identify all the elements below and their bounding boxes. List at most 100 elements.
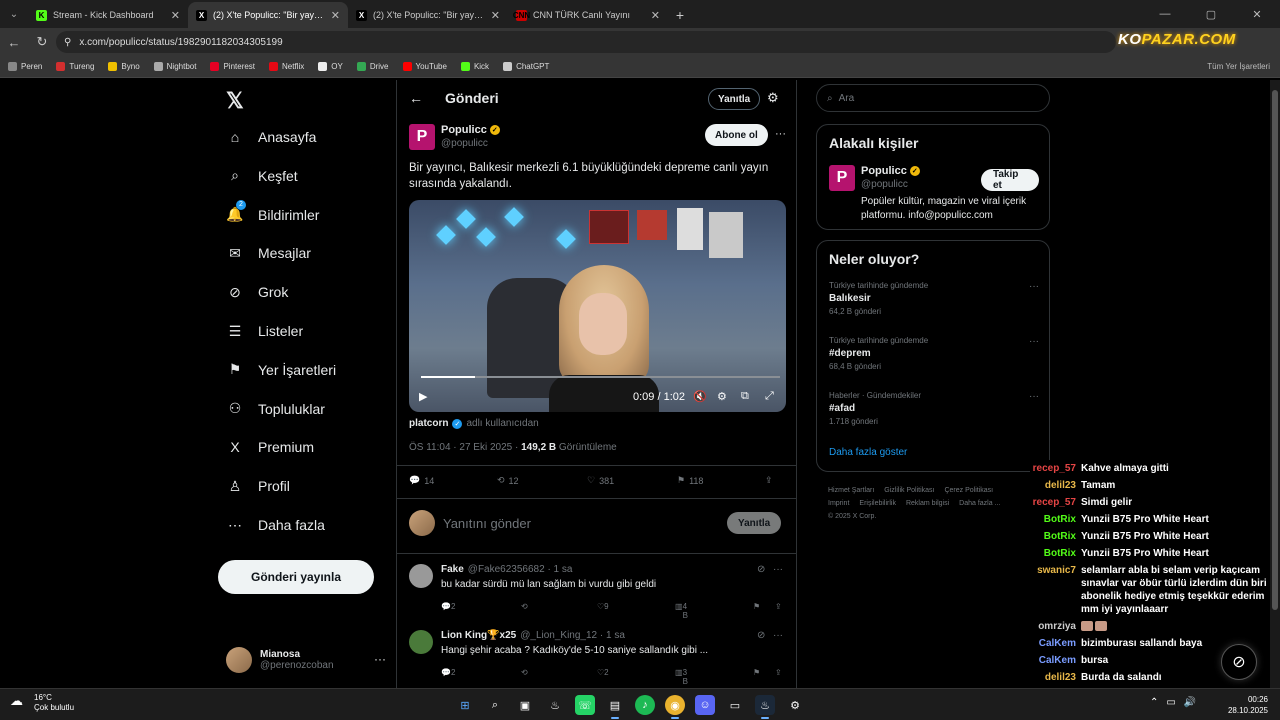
nav-item-x[interactable]: X Premium [226,438,314,456]
reply-submit-button[interactable]: Yanıtla [727,512,782,534]
back-arrow-icon[interactable]: ← [409,90,423,106]
post-button[interactable]: Gönderi yayınla [218,560,374,594]
profile-picture[interactable]: P [829,165,855,191]
nav-item-mail[interactable]: ✉ Mesajlar [226,244,311,262]
chat-username[interactable]: delil23 [1030,479,1076,492]
bookmark-item[interactable]: Kick [460,62,489,71]
scrollbar[interactable] [1270,80,1280,688]
footer-link[interactable]: Gizlilik Politikası [884,487,934,494]
more-icon[interactable]: ··· [374,652,386,666]
nav-item-more-circle[interactable]: ⋯ Daha fazla [226,516,325,534]
trend-item[interactable]: Haberler · Gündemdekiler #afad 1.718 gönde… [829,391,1039,431]
repost-action[interactable]: ⟲ 12 [497,475,519,486]
grok-icon[interactable]: ⊘ [1221,644,1257,680]
like-action[interactable]: ♡ 9 [597,602,609,611]
footer-link[interactable]: Hizmet Şartları [828,487,874,494]
chrome-icon[interactable]: ◉ [665,695,685,719]
reply-button[interactable]: Yanıtla [708,88,761,110]
close-icon[interactable]: ✕ [491,9,500,22]
browser-tab[interactable]: X (2) X'te Populicc: "Bir yayıncı, Ba ✕ [188,2,348,28]
bookmark-item[interactable]: Tureng [56,62,94,71]
more-icon[interactable]: ··· [773,564,783,575]
reply-action[interactable]: 💬 14 [409,475,434,486]
like-action[interactable]: ♡ 381 [587,475,614,486]
nav-item-grok[interactable]: ⊘ Grok [226,283,288,301]
volume-icon[interactable]: 🔊 [1184,697,1196,708]
video-player[interactable]: ▶ 0:09 / 1:02 🔇 ⚙ ⧉ ⤢ [409,200,786,412]
views-action[interactable]: ▥ 4 B [675,602,688,620]
bookmark-item[interactable]: Drive [356,62,389,71]
bookmark-icon[interactable]: ⚑ [753,602,760,611]
search-icon[interactable]: ⌕ [485,695,505,715]
footer-link[interactable]: Imprint [828,500,849,507]
footer-link[interactable]: Daha fazla ... [959,500,1000,507]
more-icon[interactable]: ··· [775,128,786,140]
bookmark-action[interactable]: ⚑ 118 [677,475,703,486]
chat-username[interactable]: CalKem [1030,637,1076,650]
repost-icon[interactable]: ⟲ [521,602,528,611]
maximize-icon[interactable]: ▢ [1188,0,1234,28]
avatar[interactable] [409,630,433,654]
profile-picture[interactable]: P [409,124,435,150]
weather-widget[interactable]: ☁ 16°C Çok bulutlu [10,693,74,713]
chat-username[interactable]: omrziya [1030,620,1076,633]
chat-username[interactable]: recep_57 [1030,462,1076,475]
share-icon[interactable]: ⇪ [775,668,782,677]
close-icon[interactable]: ✕ [651,9,660,22]
more-icon[interactable]: ··· [773,630,783,641]
nav-item-home[interactable]: ⌂ Anasayfa [226,128,317,146]
account-switcher[interactable]: Mianosa @perenozcoban ··· [226,640,386,680]
reply-comment[interactable]: Fake @Fake62356682 · 1 sa bu kadar sürdü … [409,564,786,624]
new-tab-button[interactable]: + [668,2,692,28]
chat-username[interactable]: BotRix [1030,513,1076,526]
video-progress-bar[interactable] [421,376,780,378]
close-icon[interactable]: ✕ [171,9,180,22]
chevron-up-icon[interactable]: ⌃ [1150,697,1158,708]
clock[interactable]: 00:26 28.10.2025 [1228,694,1268,716]
chat-username[interactable]: CalKem [1030,654,1076,667]
close-window-icon[interactable]: ✕ [1234,0,1280,28]
discord-icon[interactable]: ☺ [695,695,715,715]
footer-link[interactable]: © 2025 X Corp. [828,513,876,520]
bookmark-item[interactable]: YouTube [402,62,447,71]
browser-tab[interactable]: K Stream - Kick Dashboard ✕ [28,2,188,28]
footer-link[interactable]: Çerez Politikası [944,487,993,494]
more-icon[interactable]: ··· [1029,281,1039,292]
nav-item-person[interactable]: ♙ Profil [226,477,290,495]
nav-item-bookmark[interactable]: ⚑ Yer İşaretleri [226,361,336,379]
repost-icon[interactable]: ⟲ [521,668,528,677]
chat-username[interactable]: BotRix [1030,547,1076,560]
bookmark-icon[interactable]: ⚑ [753,668,760,677]
x-logo-icon[interactable]: 𝕏 [226,88,244,114]
task-view-icon[interactable]: ▣ [515,695,535,715]
browser-tab[interactable]: X (2) X'te Populicc: "Bir yayıncı, Ba ✕ [348,2,508,28]
views-action[interactable]: ▥ 3 B [675,668,688,686]
share-icon[interactable]: ⇪ [765,475,773,486]
more-icon[interactable]: ··· [1029,391,1039,402]
subscribe-button[interactable]: Abone ol [705,124,768,146]
minimize-icon[interactable]: — [1142,0,1188,28]
tab-search-button[interactable]: ⌄ [0,0,28,28]
bookmark-item[interactable]: Netflix [269,62,304,71]
reload-icon[interactable]: ↻ [28,34,56,50]
play-icon[interactable]: ▶ [419,390,427,403]
share-icon[interactable]: ⇪ [775,602,782,611]
reply-comment[interactable]: Lion King🏆x25 @_Lion_King_12 · 1 sa Hangi… [409,630,786,688]
footer-link[interactable]: Reklam bilgisi [906,500,949,507]
pip-icon[interactable]: ⧉ [741,390,749,403]
steam-icon[interactable]: ♨ [545,695,565,715]
trend-item[interactable]: Türkiye tarihinde gündemde #deprem 68,4 B … [829,336,1039,376]
whatsapp-icon[interactable]: ☏ [575,695,595,715]
credit-user[interactable]: platcorn [409,418,448,429]
display-icon[interactable]: ▭ [1166,697,1175,708]
windows-start-icon[interactable]: ⊞ [455,695,475,715]
reply-action[interactable]: 💬 2 [441,602,455,611]
author-handle[interactable]: @populicc [441,138,488,149]
browser-tab[interactable]: CNN CNN TÜRK Canlı Yayını ✕ [508,2,668,28]
bookmark-item[interactable]: ChatGPT [503,62,549,71]
close-icon[interactable]: ✕ [331,9,340,22]
fullscreen-icon[interactable]: ⤢ [765,390,774,403]
footer-link[interactable]: Erişilebilirlik [859,500,896,507]
bookmark-item[interactable]: OY [318,62,343,71]
mute-icon[interactable]: 🔇 [693,390,707,403]
